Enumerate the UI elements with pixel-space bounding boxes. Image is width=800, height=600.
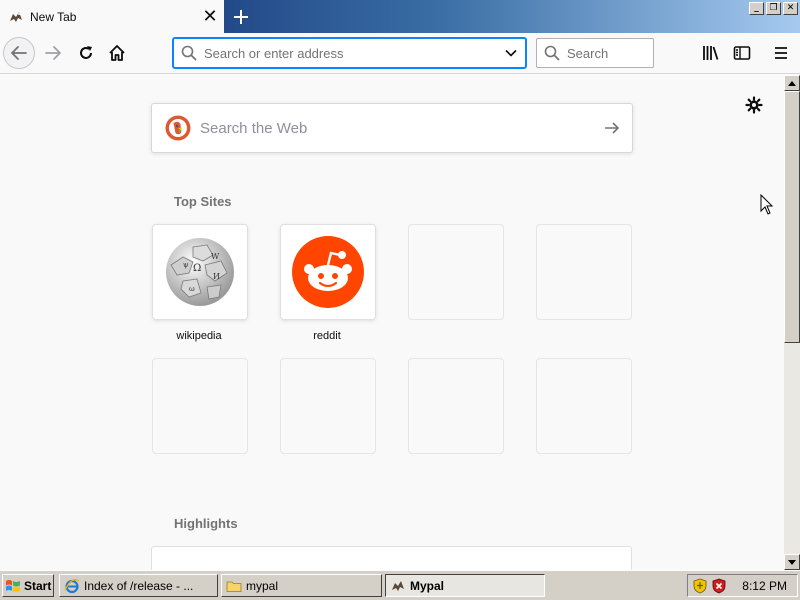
start-button[interactable]: Start bbox=[2, 574, 54, 597]
web-search-input[interactable] bbox=[200, 119, 592, 137]
windows-logo-icon bbox=[6, 579, 20, 592]
hamburger-menu-icon bbox=[775, 47, 787, 59]
taskbar-item-mypal[interactable]: Mypal bbox=[385, 574, 545, 597]
arrow-down-icon bbox=[788, 559, 796, 565]
svg-text:ω: ω bbox=[189, 285, 195, 293]
vertical-scrollbar[interactable] bbox=[784, 75, 800, 570]
scrollbar-thumb[interactable] bbox=[784, 91, 800, 343]
scroll-down-button[interactable] bbox=[784, 554, 800, 570]
mypal-icon bbox=[8, 9, 24, 25]
tab-title: New Tab bbox=[30, 9, 77, 24]
top-site-placeholder[interactable] bbox=[280, 358, 376, 454]
mouse-cursor-icon bbox=[760, 194, 774, 215]
close-window-button[interactable]: ✕ bbox=[783, 2, 798, 15]
search-icon bbox=[174, 45, 204, 61]
url-input[interactable] bbox=[204, 45, 497, 61]
home-button[interactable] bbox=[101, 37, 133, 69]
close-tab-icon[interactable]: ✕ bbox=[200, 6, 220, 27]
wikipedia-globe-icon: Ω W ψ И ω bbox=[166, 238, 234, 306]
ie-icon bbox=[64, 578, 80, 593]
top-site-label: wikipedia bbox=[176, 330, 222, 342]
minimize-button[interactable]: _ bbox=[749, 2, 764, 15]
taskbar-item-ie[interactable]: Index of /release - ... bbox=[59, 574, 218, 597]
gear-icon[interactable] bbox=[743, 94, 765, 116]
scroll-up-button[interactable] bbox=[784, 75, 800, 91]
restore-button[interactable]: ❐ bbox=[766, 2, 781, 15]
top-site-placeholder[interactable] bbox=[408, 358, 504, 454]
back-button[interactable] bbox=[3, 37, 35, 69]
svg-text:W: W bbox=[211, 252, 220, 261]
top-site-placeholder[interactable] bbox=[536, 224, 632, 320]
mypal-icon bbox=[392, 580, 404, 591]
alert-shield-icon[interactable] bbox=[711, 578, 727, 594]
svg-text:ψ: ψ bbox=[183, 261, 189, 269]
new-tab-button[interactable] bbox=[228, 4, 254, 30]
sidebar-icon bbox=[733, 46, 751, 60]
highlight-card[interactable] bbox=[151, 546, 632, 570]
title-bar: New Tab ✕ _ ❐ ✕ bbox=[0, 0, 800, 33]
reload-icon bbox=[80, 46, 92, 59]
search-bar[interactable] bbox=[536, 38, 654, 68]
taskbar-item-label: Mypal bbox=[410, 578, 445, 593]
back-arrow-icon bbox=[11, 46, 27, 60]
menu-button[interactable] bbox=[765, 37, 797, 69]
arrow-right-icon[interactable] bbox=[592, 119, 632, 137]
svg-text:Ω: Ω bbox=[193, 263, 201, 274]
reload-button[interactable] bbox=[70, 37, 102, 69]
home-icon bbox=[109, 45, 125, 61]
library-button[interactable] bbox=[695, 37, 727, 69]
taskbar-item-label: Index of /release - ... bbox=[84, 578, 194, 593]
taskbar-item-folder[interactable]: mypal bbox=[221, 574, 382, 597]
highlights-heading: Highlights bbox=[174, 516, 238, 531]
tab-new-tab[interactable]: New Tab ✕ bbox=[0, 0, 224, 33]
folder-icon bbox=[226, 581, 242, 592]
chevron-down-icon[interactable] bbox=[497, 46, 525, 60]
top-site-placeholder[interactable] bbox=[152, 358, 248, 454]
top-sites-heading: Top Sites bbox=[174, 194, 232, 209]
top-site-reddit[interactable] bbox=[280, 224, 376, 320]
duckduckgo-icon bbox=[165, 115, 191, 141]
search-input[interactable] bbox=[567, 45, 647, 61]
system-tray: 8:12 PM bbox=[687, 574, 798, 597]
reddit-alien-icon bbox=[292, 236, 364, 308]
forward-arrow-icon bbox=[45, 46, 61, 60]
security-shield-icon[interactable] bbox=[692, 578, 708, 594]
clock: 8:12 PM bbox=[742, 578, 787, 593]
start-label: Start bbox=[24, 578, 52, 593]
navigation-toolbar bbox=[0, 33, 800, 74]
window-controls: _ ❐ ✕ bbox=[749, 2, 798, 15]
forward-button[interactable] bbox=[37, 37, 69, 69]
new-tab-page: Top Sites Ω W ψ И ω wikipedia bbox=[0, 75, 784, 570]
svg-text:И: И bbox=[213, 272, 220, 281]
taskbar-item-label: mypal bbox=[246, 578, 279, 593]
web-search-box[interactable] bbox=[151, 103, 633, 153]
top-site-placeholder[interactable] bbox=[536, 358, 632, 454]
library-icon bbox=[703, 46, 719, 60]
top-site-wikipedia[interactable]: Ω W ψ И ω bbox=[152, 224, 248, 320]
search-icon bbox=[537, 45, 567, 61]
top-site-label: reddit bbox=[313, 330, 341, 342]
top-site-placeholder[interactable] bbox=[408, 224, 504, 320]
sidebar-button[interactable] bbox=[726, 37, 758, 69]
taskbar: Start Index of /release - ... mypal Mypa… bbox=[0, 570, 800, 600]
address-bar[interactable] bbox=[173, 38, 526, 68]
arrow-up-icon bbox=[788, 80, 796, 86]
plus-icon bbox=[234, 10, 248, 24]
